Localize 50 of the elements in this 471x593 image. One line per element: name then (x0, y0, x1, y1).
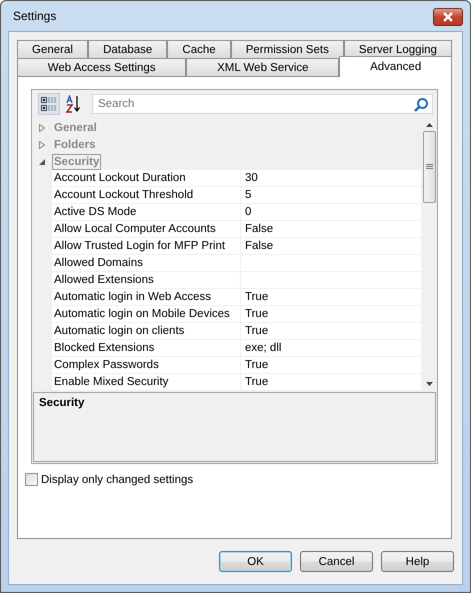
property-name[interactable]: Active DS Mode (52, 204, 241, 220)
property-value[interactable]: exe; dll (241, 340, 421, 356)
property-value[interactable]: True (241, 289, 421, 305)
close-icon (442, 12, 454, 22)
sort-az-icon (65, 95, 83, 113)
search-field[interactable]: Search (92, 94, 433, 114)
expanded-triangle-icon (38, 158, 46, 166)
property-name[interactable]: Account Lockout Duration (52, 170, 241, 186)
property-name[interactable]: Automatic login in Web Access (52, 289, 241, 305)
property-name[interactable]: Enable Mixed Security (52, 374, 241, 390)
property-name[interactable]: Complex Passwords (52, 357, 241, 373)
property-value[interactable]: False (241, 221, 421, 237)
tab[interactable]: General (17, 40, 88, 58)
dialog-button[interactable]: Cancel (300, 551, 373, 572)
collapsed-triangle-icon (38, 140, 46, 148)
tab[interactable]: Web Access Settings (17, 58, 186, 76)
property-value[interactable]: True (241, 306, 421, 322)
property-name[interactable]: Allow Trusted Login for MFP Print (52, 238, 241, 254)
tab[interactable]: Permission Sets (230, 40, 344, 58)
categorized-list-icon (40, 95, 58, 113)
property-value[interactable]: True (241, 357, 421, 373)
grip-icon (426, 164, 432, 170)
scrollbar-thumb[interactable] (422, 131, 436, 203)
checkbox[interactable] (25, 473, 38, 486)
property-value[interactable]: False (241, 238, 421, 254)
property-name[interactable]: Account Lockout Threshold (52, 187, 241, 203)
window-title: Settings (12, 9, 56, 23)
collapsed-triangle-icon (38, 124, 46, 132)
tab[interactable]: Advanced (339, 56, 452, 77)
property-value[interactable]: 0 (241, 204, 421, 220)
close-button[interactable] (433, 8, 463, 26)
checkbox-label[interactable]: Display only changed settings (41, 474, 194, 486)
property-name[interactable]: Allow Local Computer Accounts (52, 221, 241, 237)
property-name[interactable]: Automatic login on Mobile Devices (52, 306, 241, 322)
search-icon (413, 97, 429, 113)
scroll-down-icon (426, 382, 432, 386)
property-value[interactable]: 5 (241, 187, 421, 203)
categorized-view-button[interactable] (38, 93, 60, 115)
dialog-button[interactable]: OK (219, 551, 292, 572)
property-name[interactable]: Blocked Extensions (52, 340, 241, 356)
tab[interactable]: Cache (167, 40, 231, 58)
property-value[interactable]: True (241, 323, 421, 339)
tab[interactable]: Database (88, 40, 168, 58)
scroll-up-icon (426, 123, 432, 127)
description-title: Security (39, 397, 84, 409)
property-value[interactable]: 30 (241, 170, 421, 186)
property-value[interactable]: True (241, 374, 421, 390)
property-name[interactable]: Automatic login on clients (52, 323, 241, 339)
tab[interactable]: XML Web Service (186, 58, 340, 76)
dialog-button[interactable]: Help (381, 551, 454, 572)
